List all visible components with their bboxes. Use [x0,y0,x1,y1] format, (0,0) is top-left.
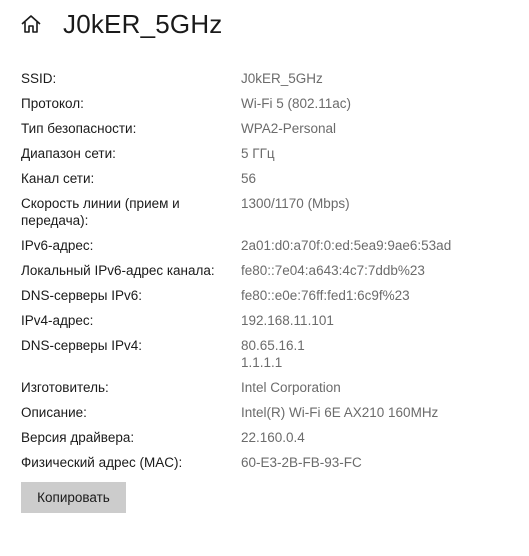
property-label: DNS-серверы IPv4: [21,338,143,353]
property-value-line[interactable]: 22.160.0.4 [241,429,305,446]
property-value: fe80::7e04:a643:4c7:7ddb%23 [241,262,425,279]
property-value-line[interactable]: Intel(R) Wi-Fi 6E AX210 160MHz [241,404,438,421]
property-row: Изготовитель: Intel Corporation [21,379,511,396]
property-row: Диапазон сети: 5 ГГц [21,145,511,162]
property-value: Intel Corporation [241,379,341,396]
property-value-line[interactable]: 5 ГГц [241,145,275,162]
property-value: 56 [241,170,256,187]
property-label: SSID: [21,71,57,86]
property-label: Канал сети: [21,171,95,186]
property-value: Intel(R) Wi-Fi 6E AX210 160MHz [241,404,438,421]
page-title: J0kER_5GHz [63,8,223,39]
property-label: Изготовитель: [21,380,109,395]
page-header: J0kER_5GHz [20,6,223,42]
property-label: IPv6-адрес: [21,238,94,253]
property-label: Тип безопасности: [21,121,137,136]
property-label: Версия драйвера: [21,430,135,445]
property-value: 5 ГГц [241,145,275,162]
property-label: DNS-серверы IPv6: [21,288,143,303]
property-value: 2a01:d0:a70f:0:ed:5ea9:9ae6:53ad [241,237,451,254]
properties-list: SSID: J0kER_5GHz Протокол: Wi-Fi 5 (802.11a… [21,70,511,479]
property-row: DNS-серверы IPv4: 80.65.16.1 1.1.1.1 [21,337,511,371]
property-row: Локальный IPv6-адрес канала: fe80::7e04:a… [21,262,511,279]
property-label: Описание: [21,405,87,420]
property-row: Описание: Intel(R) Wi-Fi 6E AX210 160MHz [21,404,511,421]
property-label: Скорость линии (прием и передача): [21,196,180,228]
property-value: J0kER_5GHz [241,70,323,87]
property-value-line[interactable]: WPA2-Personal [241,120,336,137]
property-value-line[interactable]: Wi-Fi 5 (802.11ac) [241,95,351,112]
property-label: Диапазон сети: [21,146,116,161]
property-row: Скорость линии (прием и передача): 1300/1… [21,195,511,229]
property-value-line[interactable]: 80.65.16.1 [241,337,305,354]
property-value-line[interactable]: 2a01:d0:a70f:0:ed:5ea9:9ae6:53ad [241,237,451,254]
property-row: Протокол: Wi-Fi 5 (802.11ac) [21,95,511,112]
property-row: SSID: J0kER_5GHz [21,70,511,87]
property-label: Физический адрес (MAC): [21,455,183,470]
property-value: Wi-Fi 5 (802.11ac) [241,95,351,112]
property-value: fe80::e0e:76ff:fed1:6c9f%23 [241,287,410,304]
property-value-line[interactable]: 192.168.11.101 [241,312,334,329]
property-value-line[interactable]: 1300/1170 (Mbps) [241,195,350,212]
property-value-line[interactable]: J0kER_5GHz [241,70,323,87]
property-row: Канал сети: 56 [21,170,511,187]
property-value: 192.168.11.101 [241,312,334,329]
property-value-line[interactable]: fe80::7e04:a643:4c7:7ddb%23 [241,262,425,279]
property-value-line[interactable]: 60-E3-2B-FB-93-FC [241,454,362,471]
property-row: Физический адрес (MAC): 60-E3-2B-FB-93-FC [21,454,511,471]
copy-button[interactable]: Копировать [21,482,126,513]
property-value-line[interactable]: fe80::e0e:76ff:fed1:6c9f%23 [241,287,410,304]
property-value: 1300/1170 (Mbps) [241,195,350,229]
property-label: IPv4-адрес: [21,313,94,328]
property-row: DNS-серверы IPv6: fe80::e0e:76ff:fed1:6c9… [21,287,511,304]
property-row: IPv4-адрес: 192.168.11.101 [21,312,511,329]
property-value-line[interactable]: Intel Corporation [241,379,341,396]
property-row: IPv6-адрес: 2a01:d0:a70f:0:ed:5ea9:9ae6:5… [21,237,511,254]
property-value: 22.160.0.4 [241,429,305,446]
property-value: 60-E3-2B-FB-93-FC [241,454,362,471]
property-label: Протокол: [21,96,84,111]
property-row: Версия драйвера: 22.160.0.4 [21,429,511,446]
property-value: 80.65.16.1 1.1.1.1 [241,337,305,371]
property-label: Локальный IPv6-адрес канала: [21,263,215,278]
property-value-line[interactable]: 1.1.1.1 [241,354,305,371]
property-value-line[interactable]: 56 [241,170,256,187]
property-value: WPA2-Personal [241,120,336,137]
home-icon[interactable] [20,13,42,35]
property-row: Тип безопасности: WPA2-Personal [21,120,511,137]
